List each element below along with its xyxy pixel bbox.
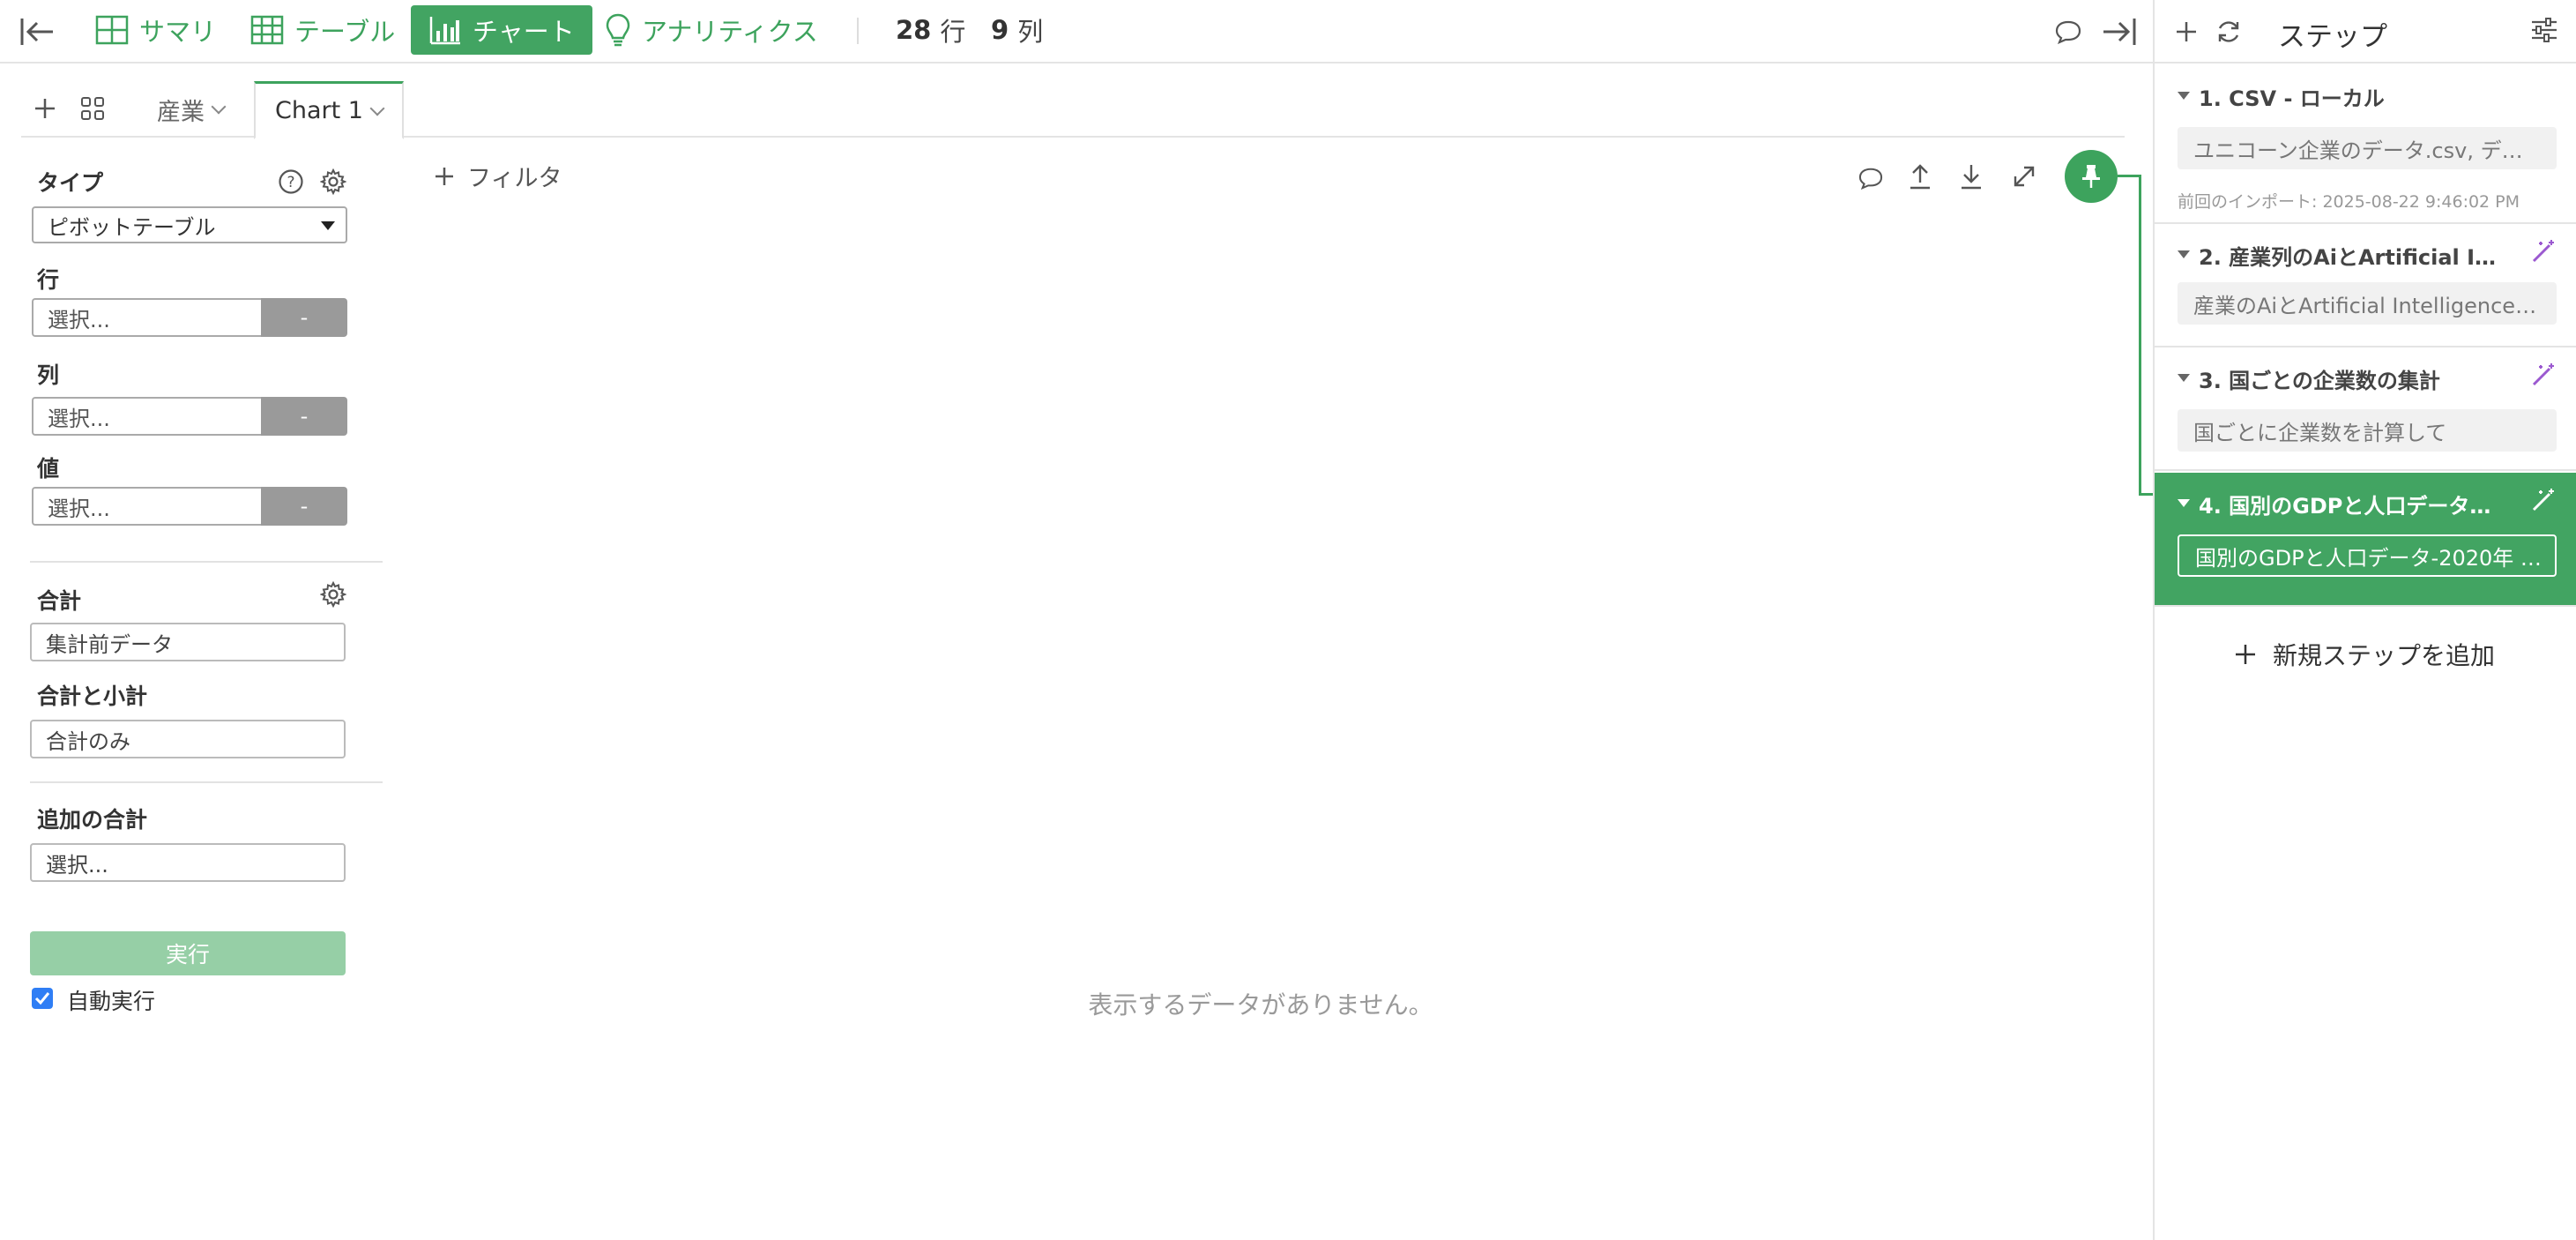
row-remove-button[interactable]: - bbox=[261, 298, 347, 337]
extra-total-label: 追加の合計 bbox=[37, 807, 148, 833]
pin-icon bbox=[2082, 165, 2100, 188]
subtotal-select[interactable]: 合計のみ bbox=[30, 720, 346, 758]
magic-wand-icon[interactable] bbox=[2530, 362, 2557, 392]
step-detail: 国ごとに企業数を計算して bbox=[2178, 409, 2557, 452]
total-label: 合計 bbox=[37, 588, 82, 614]
step-detail: 産業のAiとArtificial IntelligenceをAI… bbox=[2178, 282, 2557, 325]
step-import-note: 前回のインポート: 2025-08-22 9:46:02 PM bbox=[2178, 192, 2520, 212]
plus-icon bbox=[436, 167, 453, 185]
magic-wand-icon[interactable] bbox=[2530, 487, 2557, 517]
chart-comment-icon[interactable] bbox=[1855, 162, 1887, 194]
chart-grid-icon[interactable] bbox=[79, 95, 106, 122]
svg-text:?: ? bbox=[287, 174, 294, 191]
bar-chart-icon bbox=[429, 17, 460, 45]
column-count: 9列 bbox=[991, 15, 1044, 47]
gear-icon[interactable] bbox=[319, 168, 347, 196]
steps-title: ステップ bbox=[2278, 21, 2387, 53]
analytics-tab[interactable]: アナリティクス bbox=[592, 5, 830, 55]
pin-connector bbox=[2118, 175, 2140, 177]
lightbulb-icon bbox=[606, 13, 630, 47]
total-gear-icon[interactable] bbox=[319, 580, 347, 609]
caret-down-icon bbox=[321, 221, 335, 230]
divider bbox=[30, 781, 383, 783]
run-button[interactable]: 実行 bbox=[30, 931, 346, 975]
summary-label: サマリ bbox=[139, 17, 217, 47]
tab-chart-1[interactable]: Chart 1 bbox=[254, 81, 404, 139]
row-label: 行 bbox=[37, 267, 60, 293]
add-chart-icon[interactable] bbox=[32, 95, 58, 122]
row-select[interactable]: 選択... bbox=[32, 298, 261, 337]
add-filter-button[interactable]: フィルタ bbox=[434, 159, 562, 193]
collapse-right-icon[interactable] bbox=[2102, 16, 2137, 48]
add-step-icon[interactable] bbox=[2170, 16, 2202, 48]
caret-down-icon bbox=[2178, 250, 2190, 258]
download-icon[interactable] bbox=[1955, 161, 1987, 192]
grid-icon bbox=[95, 15, 129, 45]
add-new-step-button[interactable]: 新規ステップを追加 bbox=[2234, 637, 2495, 672]
step-detail: 国別のGDPと人口データ-2020年 と… bbox=[2178, 534, 2557, 577]
value-field: 選択... - bbox=[32, 487, 347, 526]
auto-run-checkbox[interactable] bbox=[32, 988, 53, 1009]
steps-panel: ステップ 1. CSV - ローカル ユニコーン企業のデータ.csv, デー… … bbox=[2153, 0, 2576, 1240]
chart-type-select[interactable]: ピボットテーブル bbox=[32, 206, 347, 243]
plus-icon bbox=[2236, 645, 2255, 664]
column-label: 列 bbox=[37, 362, 60, 388]
value-select[interactable]: 選択... bbox=[32, 487, 261, 526]
tab-industry[interactable]: 産業 bbox=[157, 81, 227, 138]
column-remove-button[interactable]: - bbox=[261, 397, 347, 436]
chart-label: チャート bbox=[473, 17, 575, 47]
step-detail: ユニコーン企業のデータ.csv, デー… bbox=[2178, 127, 2557, 169]
magic-wand-icon[interactable] bbox=[2530, 238, 2557, 268]
toolbar-divider bbox=[857, 18, 859, 44]
summary-tab[interactable]: サマリ bbox=[83, 5, 228, 55]
chart-tab[interactable]: チャート bbox=[411, 5, 592, 55]
table-icon bbox=[250, 15, 284, 45]
value-label: 値 bbox=[37, 456, 60, 482]
expand-icon[interactable] bbox=[2008, 161, 2040, 192]
extra-total-select[interactable]: 選択... bbox=[30, 843, 346, 882]
step-1[interactable]: 1. CSV - ローカル ユニコーン企業のデータ.csv, デー… 前回のイン… bbox=[2155, 65, 2576, 224]
step-title: 3. 国ごとの企業数の集計 bbox=[2199, 369, 2440, 393]
pin-button[interactable] bbox=[2065, 150, 2118, 203]
steps-header: ステップ bbox=[2155, 0, 2576, 63]
step-title: 4. 国別のGDPと人口データ… bbox=[2199, 494, 2491, 519]
refresh-icon[interactable] bbox=[2213, 16, 2245, 48]
step-4[interactable]: 4. 国別のGDPと人口データ… 国別のGDPと人口データ-2020年 と… bbox=[2155, 473, 2576, 607]
comment-icon[interactable] bbox=[2052, 16, 2084, 48]
analytics-label: アナリティクス bbox=[642, 17, 818, 47]
step-title: 2. 産業列のAiとArtificial Intel… bbox=[2199, 245, 2507, 270]
help-icon[interactable]: ? bbox=[277, 168, 305, 196]
chevron-down-icon bbox=[369, 101, 385, 116]
total-select[interactable]: 集計前データ bbox=[30, 623, 346, 661]
caret-down-icon bbox=[2178, 499, 2190, 507]
row-field: 選択... - bbox=[32, 298, 347, 337]
collapse-left-icon[interactable] bbox=[19, 16, 55, 48]
settings-sliders-icon[interactable] bbox=[2527, 14, 2562, 46]
chart-tabs-bar: 産業 Chart 1 bbox=[21, 81, 2125, 139]
check-icon bbox=[34, 992, 50, 1005]
divider bbox=[30, 561, 383, 563]
step-2[interactable]: 2. 産業列のAiとArtificial Intel… 産業のAiとArtifi… bbox=[2155, 224, 2576, 347]
step-title: 1. CSV - ローカル bbox=[2199, 86, 2385, 111]
caret-down-icon bbox=[2178, 374, 2190, 382]
column-select[interactable]: 選択... bbox=[32, 397, 261, 436]
auto-run-label: 自動実行 bbox=[67, 989, 156, 1014]
value-remove-button[interactable]: - bbox=[261, 487, 347, 526]
column-field: 選択... - bbox=[32, 397, 347, 436]
upload-icon[interactable] bbox=[1904, 161, 1936, 192]
type-label: タイプ bbox=[37, 170, 104, 196]
top-toolbar: サマリ テーブル チャート アナリティクス 28 行 9列 bbox=[0, 0, 2153, 63]
chevron-down-icon bbox=[211, 99, 227, 115]
table-tab[interactable]: テーブル bbox=[238, 5, 407, 55]
step-3[interactable]: 3. 国ごとの企業数の集計 国ごとに企業数を計算して bbox=[2155, 347, 2576, 471]
caret-down-icon bbox=[2178, 92, 2190, 100]
pin-connector bbox=[2139, 175, 2141, 496]
empty-data-message: 表示するデータがありません。 bbox=[1088, 990, 1433, 1020]
table-label: テーブル bbox=[294, 17, 396, 47]
subtotal-label: 合計と小計 bbox=[37, 683, 148, 709]
row-count: 28 行 bbox=[896, 15, 966, 47]
